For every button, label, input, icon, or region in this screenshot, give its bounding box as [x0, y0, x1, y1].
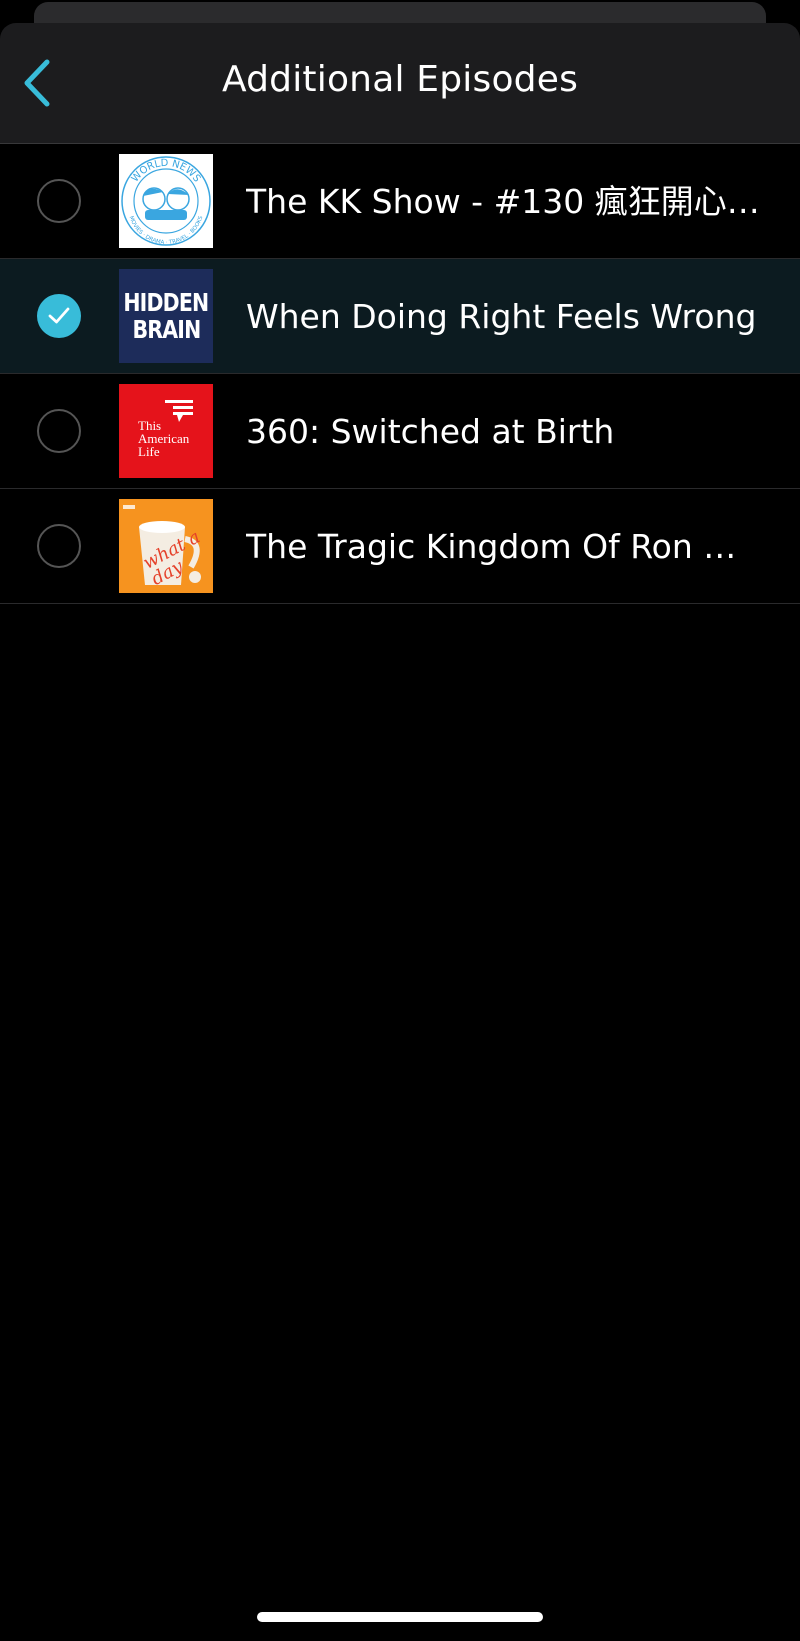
episode-row-selected[interactable]: HIDDEN BRAIN When Doing Right Feels Wron… [0, 259, 800, 374]
podcast-artwork-this-american-life: This American Life [119, 384, 213, 478]
episode-title: The KK Show - #130 瘋狂開心的工作 [246, 182, 760, 221]
radio-checked[interactable] [37, 294, 81, 338]
episode-row[interactable]: WORLD NEWS MOVIES · DRAMA · TRAVEL · BOO… [0, 144, 800, 259]
episodes-sheet: Additional Episodes WORLD NEWS MOVIES · … [0, 23, 800, 1641]
svg-text:WORLD NEWS: WORLD NEWS [130, 158, 203, 185]
episode-row[interactable]: what a day The Tragic Kingdom Of Ron DeS… [0, 489, 800, 604]
episode-title: The Tragic Kingdom Of Ron DeSantis [246, 527, 760, 566]
checkmark-icon [48, 307, 70, 324]
nav-header: Additional Episodes [0, 23, 800, 144]
page-title: Additional Episodes [221, 59, 579, 100]
podcast-artwork-kk-show: WORLD NEWS MOVIES · DRAMA · TRAVEL · BOO… [119, 154, 213, 248]
episode-list: WORLD NEWS MOVIES · DRAMA · TRAVEL · BOO… [0, 144, 800, 604]
home-indicator[interactable] [257, 1612, 543, 1622]
radio-unchecked[interactable] [37, 524, 81, 568]
radio-unchecked[interactable] [37, 409, 81, 453]
episode-row[interactable]: This American Life 360: Switched at Birt… [0, 374, 800, 489]
podcast-artwork-hidden-brain: HIDDEN BRAIN [119, 269, 213, 363]
episode-title: 360: Switched at Birth [246, 412, 615, 451]
podcast-artwork-what-a-day: what a day [119, 499, 213, 593]
episode-title: When Doing Right Feels Wrong [246, 297, 757, 336]
radio-unchecked[interactable] [37, 179, 81, 223]
